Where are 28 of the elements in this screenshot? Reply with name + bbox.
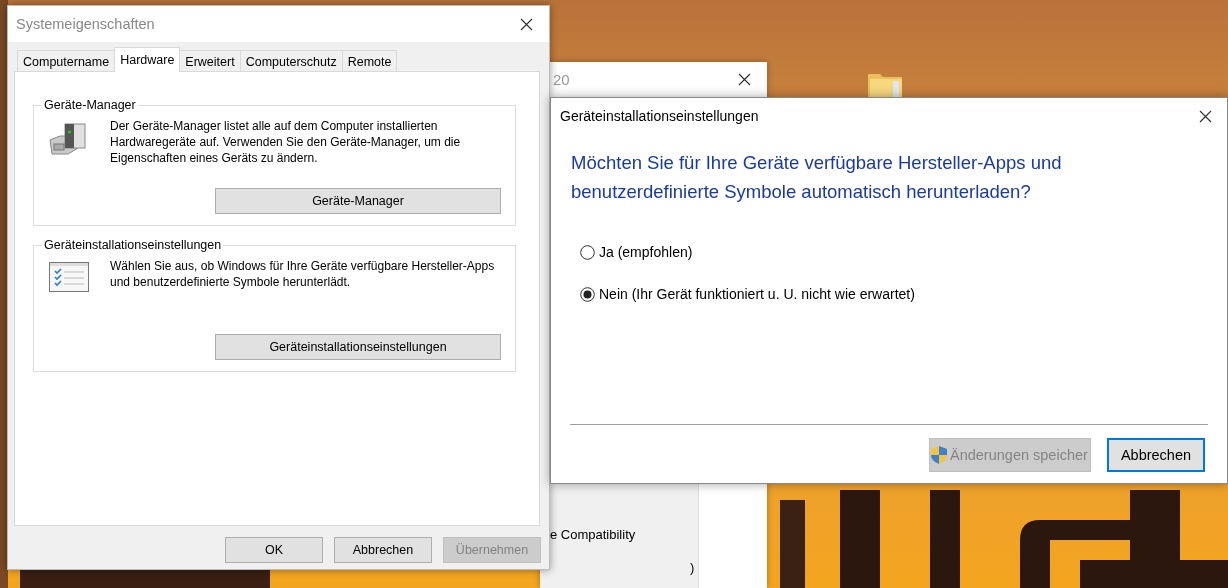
window-title: 20 (553, 71, 570, 88)
group-title: Geräte-Manager (43, 98, 137, 112)
group-button[interactable]: Geräte-Manager (215, 188, 501, 214)
group-button[interactable]: Geräteinstallationseinstellungen (215, 334, 501, 360)
list-text: ) (689, 560, 696, 575)
checklist-icon (49, 262, 89, 292)
dialog-button[interactable]: Abbrechen (334, 537, 432, 563)
dialog-button[interactable]: OK (225, 537, 323, 563)
description-text: Der Geräte-Manager listet alle auf dem Computer installierten Hardwaregeräte auf. Verwenden Sie den Geräte-Manager, um die Eigenschaften eines Geräts zu ändern. (110, 118, 462, 166)
question-text: Möchten Sie für Ihre Geräte verfügbare Hersteller-Apps und benutzerdefinierte Symbole automatisch herunterladen? (571, 151, 1063, 204)
description-text: Wählen Sie aus, ob Windows für Ihre Geräte verfügbare Hersteller-Apps und benutzerdefinierte Symbole herunterlädt. (110, 258, 496, 290)
tab[interactable]: Computername (17, 50, 116, 71)
dialog-button[interactable]: Abbrechen (1107, 438, 1205, 472)
group-title: Geräteinstallationseinstellungen (43, 238, 223, 252)
close-icon[interactable] (1199, 109, 1212, 123)
tab[interactable]: Hardware (114, 47, 181, 72)
dialog-title: Geräteinstallationseinstellungen (560, 108, 759, 124)
close-icon[interactable] (520, 17, 533, 31)
window-title: Systemeigenschaften (16, 16, 155, 32)
option-label[interactable]: Ja (empfohlen) (599, 244, 693, 260)
option-label[interactable]: Nein (Ihr Gerät funktioniert u. U. nicht wie erwartet) (599, 286, 915, 302)
tab[interactable]: Remote (341, 50, 398, 71)
shield-icon (930, 445, 948, 465)
radio-button[interactable] (580, 286, 595, 302)
list-text: e Compatibility (549, 527, 637, 542)
close-icon[interactable] (738, 73, 751, 86)
tab[interactable]: Computerschutz (239, 50, 343, 71)
radio-button[interactable] (580, 244, 595, 260)
